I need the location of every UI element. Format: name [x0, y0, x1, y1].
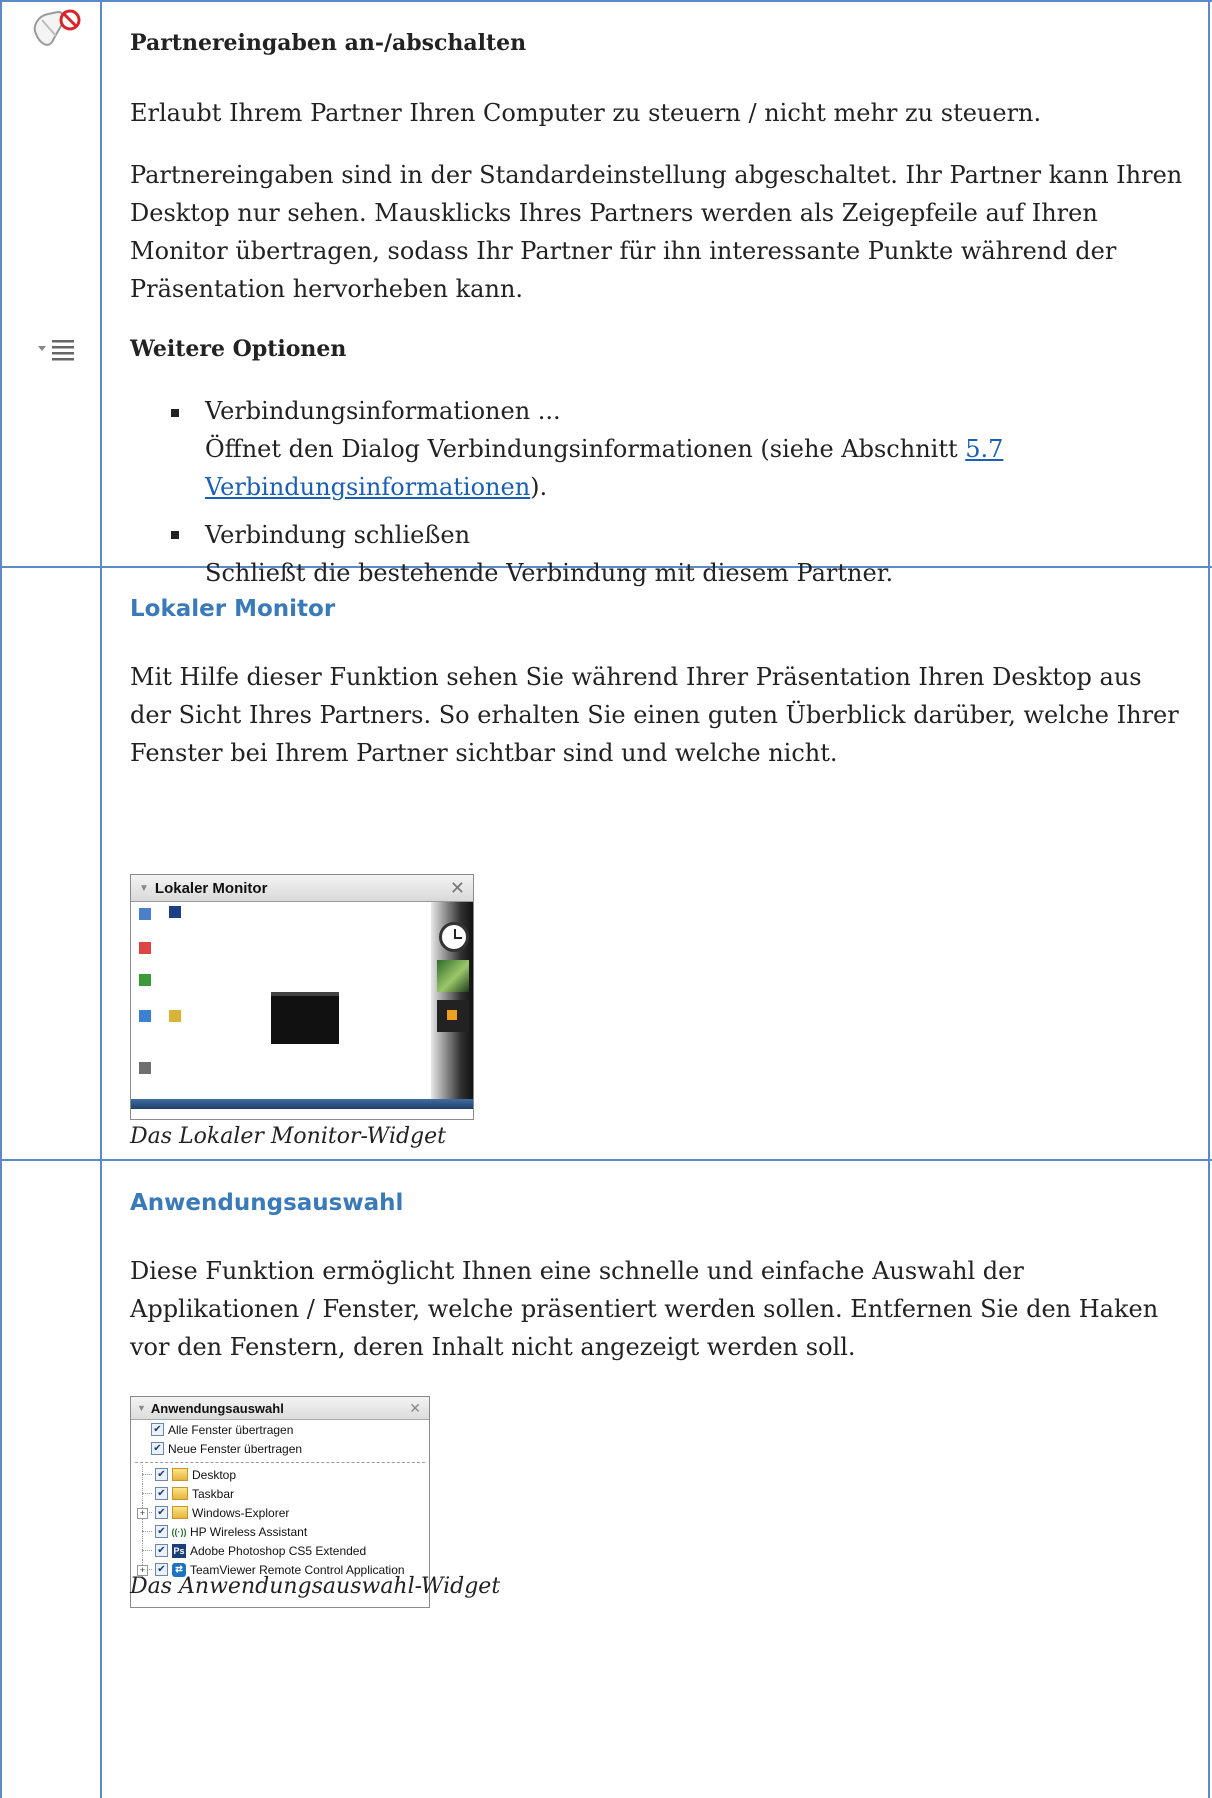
checkbox-checked-icon[interactable]: ✔	[151, 1442, 164, 1455]
paragraph-line: Monitor übertragen, sodass Ihr Partner f…	[130, 237, 1117, 265]
paragraph-line: Fenster bei Ihrem Partner sichtbar sind …	[130, 739, 838, 767]
option-label: Alle Fenster übertragen	[168, 1422, 294, 1437]
paragraph-line: Diese Funktion ermöglicht Ihnen eine sch…	[130, 1257, 1024, 1285]
section-link-title[interactable]: Verbindungsinformationen	[205, 473, 530, 501]
tree-guide	[142, 1493, 152, 1494]
photo-gadget-icon	[437, 960, 469, 992]
desktop-preview	[131, 902, 473, 1109]
local-monitor-widget: ▼ Lokaler Monitor ✕	[130, 874, 474, 1120]
expand-icon[interactable]: +	[137, 1508, 148, 1519]
section-heading: Anwendungsauswahl	[130, 1190, 404, 1216]
desktop-icon	[139, 1062, 151, 1074]
tree-guide	[142, 1550, 152, 1551]
option-label: Neue Fenster übertragen	[168, 1441, 303, 1456]
tree-item-label: Taskbar	[192, 1486, 235, 1501]
gadget-icon	[437, 1000, 469, 1032]
option-description: Schließt die bestehende Verbindung mit d…	[205, 559, 894, 587]
collapse-arrow-icon[interactable]: ▼	[137, 1403, 146, 1413]
paragraph-line: Partnereingaben sind in der Standardeins…	[130, 161, 1183, 189]
desktop-icon	[139, 908, 151, 920]
paragraph-line: der Sicht Ihres Partners. So erhalten Si…	[130, 701, 1179, 729]
tree-item[interactable]: ✔ Desktop	[131, 1465, 429, 1484]
paragraph-line: Applikationen / Fenster, welche präsenti…	[130, 1295, 1159, 1323]
option-title: Verbindung schließen	[205, 521, 471, 549]
checkbox-checked-icon[interactable]: ✔	[155, 1468, 168, 1481]
option-description-line2: Verbindungsinformationen).	[205, 468, 547, 506]
clock-icon	[439, 922, 469, 952]
separator	[135, 1462, 425, 1463]
desktop-icon	[169, 906, 181, 918]
photoshop-icon: Ps	[172, 1543, 186, 1558]
checkbox-checked-icon[interactable]: ✔	[155, 1487, 168, 1500]
option-title: Verbindungsinformationen ...	[205, 397, 561, 425]
section-title: Partnereingaben an-/abschalten	[130, 30, 527, 56]
option-description: Öffnet den Dialog Verbindungsinformation…	[205, 430, 1003, 468]
tree-item-label: HP Wireless Assistant	[190, 1524, 308, 1539]
tree-guide	[142, 1531, 152, 1532]
checkbox-checked-icon[interactable]: ✔	[155, 1506, 168, 1519]
tree-item-label: Adobe Photoshop CS5 Extended	[190, 1543, 367, 1558]
figure-caption: Das Anwendungsauswahl-Widget	[130, 1574, 501, 1599]
widget-titlebar: ▼ Anwendungsauswahl ✕	[131, 1397, 429, 1420]
mouse-disabled-icon	[33, 9, 81, 46]
section-title: Weitere Optionen	[130, 336, 347, 362]
paragraph-line: vor den Fenstern, deren Inhalt nicht ang…	[130, 1333, 856, 1361]
checkbox-checked-icon[interactable]: ✔	[155, 1544, 168, 1557]
wireless-icon: ((·))	[171, 1526, 187, 1537]
option-transfer-all[interactable]: ✔ Alle Fenster übertragen	[131, 1420, 429, 1439]
row-divider-2	[0, 1159, 1212, 1161]
close-icon[interactable]: ✕	[450, 878, 465, 899]
folder-icon	[172, 1487, 188, 1500]
column-divider	[100, 0, 102, 1798]
bullet	[171, 409, 179, 417]
bullet	[171, 531, 179, 539]
folder-icon	[172, 1468, 188, 1481]
paragraph-line: Desktop nur sehen. Mausklicks Ihres Part…	[130, 199, 1098, 227]
desktop-icon	[139, 942, 151, 954]
tree-item[interactable]: ✔ Taskbar	[131, 1484, 429, 1503]
collapse-arrow-icon[interactable]: ▼	[139, 883, 149, 894]
tree-item[interactable]: ✔ Ps Adobe Photoshop CS5 Extended	[131, 1541, 429, 1560]
taskbar	[131, 1099, 473, 1109]
tree-guide	[142, 1474, 152, 1475]
widget-titlebar: ▼ Lokaler Monitor ✕	[131, 875, 473, 902]
widget-title: Anwendungsauswahl	[150, 1400, 284, 1416]
desktop-icon	[139, 1010, 151, 1022]
desktop-icon	[139, 974, 151, 986]
figure-caption: Das Lokaler Monitor-Widget	[130, 1124, 447, 1149]
option-description-text: Öffnet den Dialog Verbindungsinformation…	[205, 435, 966, 463]
paragraph-line: Mit Hilfe dieser Funktion sehen Sie währ…	[130, 663, 1142, 691]
window-thumbnail	[271, 992, 339, 1044]
sidebar-gadgets	[431, 902, 473, 1109]
checkbox-checked-icon[interactable]: ✔	[151, 1423, 164, 1436]
row-divider-top	[0, 0, 1212, 2]
paragraph: Erlaubt Ihrem Partner Ihren Computer zu …	[130, 99, 1042, 127]
section-heading: Lokaler Monitor	[130, 596, 336, 622]
option-transfer-new[interactable]: ✔ Neue Fenster übertragen	[131, 1439, 429, 1458]
desktop-icon	[169, 1010, 181, 1022]
paragraph-line: Präsentation hervorheben kann.	[130, 275, 524, 303]
option-description-tail: ).	[530, 473, 548, 501]
tree-item-label: Windows-Explorer	[192, 1505, 290, 1520]
checkbox-checked-icon[interactable]: ✔	[155, 1525, 168, 1538]
close-icon[interactable]: ✕	[409, 1400, 421, 1417]
section-link[interactable]: 5.7	[965, 435, 1003, 463]
options-menu-icon	[38, 340, 74, 361]
tree-item[interactable]: + ✔ Windows-Explorer	[131, 1503, 429, 1522]
tree-item[interactable]: ✔ ((·)) HP Wireless Assistant	[131, 1522, 429, 1541]
folder-icon	[172, 1506, 188, 1519]
tree-item-label: Desktop	[192, 1467, 237, 1482]
widget-title: Lokaler Monitor	[154, 879, 268, 897]
